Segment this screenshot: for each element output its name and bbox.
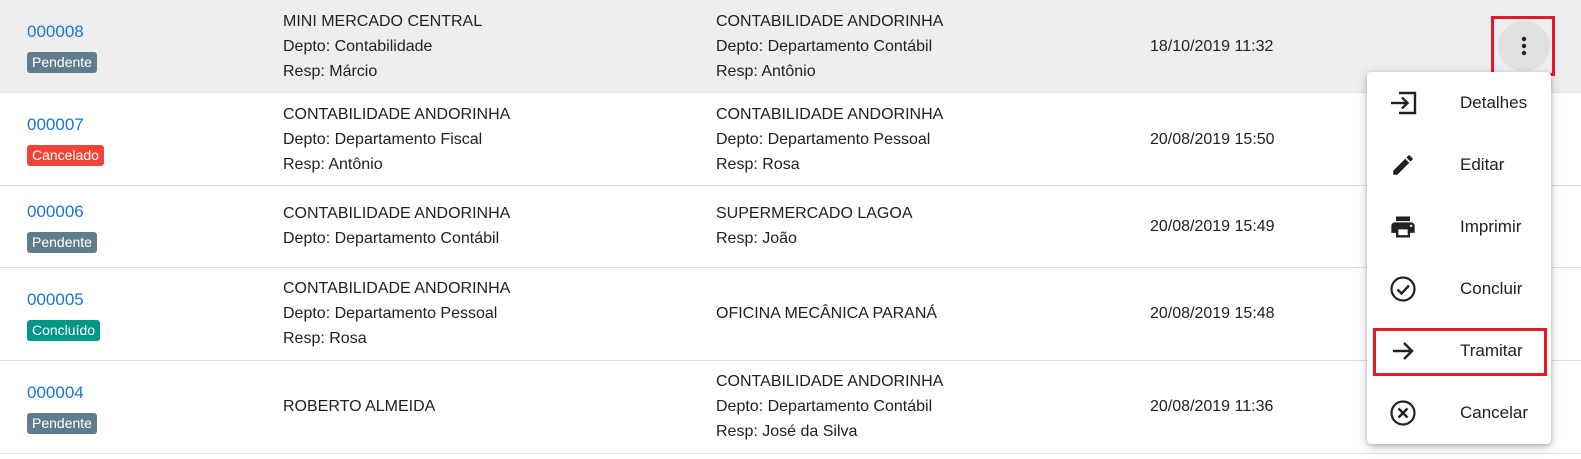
table-row[interactable]: 000004 Pendente ROBERTO ALMEIDA CONTABIL… — [0, 361, 1581, 454]
highlight-box — [1373, 328, 1547, 376]
menu-item-concluir[interactable]: Concluir — [1367, 258, 1551, 320]
id-cell: 000005 Concluído — [27, 290, 101, 341]
destination-department: Depto: Departamento Contábil — [716, 398, 933, 415]
pencil-icon — [1388, 150, 1418, 180]
date-cell: 20/08/2019 15:48 — [1150, 305, 1275, 322]
date-cell: 20/08/2019 15:49 — [1150, 218, 1275, 235]
destination-cell: SUPERMERCADO LAGOA Resp: João — [716, 201, 912, 251]
menu-item-cancelar[interactable]: Cancelar — [1367, 382, 1551, 444]
status-badge: Cancelado — [27, 145, 104, 166]
table-row[interactable]: 000007 Cancelado CONTABILIDADE ANDORINHA… — [0, 93, 1581, 186]
destination-company: CONTABILIDADE ANDORINHA — [716, 106, 944, 123]
table-row[interactable]: 000006 Pendente CONTABILIDADE ANDORINHA … — [0, 186, 1581, 268]
origin-company: CONTABILIDADE ANDORINHA — [283, 205, 511, 222]
menu-item-imprimir[interactable]: Imprimir — [1367, 196, 1551, 258]
document-id-link[interactable]: 000008 — [27, 22, 97, 42]
date-cell: 20/08/2019 15:50 — [1150, 131, 1275, 148]
details-enter-icon — [1388, 88, 1418, 118]
destination-company: CONTABILIDADE ANDORINHA — [716, 373, 944, 390]
printer-icon — [1388, 212, 1418, 242]
document-id-link[interactable]: 000007 — [27, 115, 104, 135]
menu-item-label: Cancelar — [1460, 403, 1529, 422]
origin-department: Depto: Departamento Fiscal — [283, 131, 483, 148]
origin-cell: MINI MERCADO CENTRAL Depto: Contabilidad… — [283, 9, 482, 84]
id-cell: 000007 Cancelado — [27, 115, 104, 166]
origin-department: Depto: Departamento Contábil — [283, 230, 500, 247]
cancel-circle-icon — [1388, 398, 1418, 428]
origin-cell: CONTABILIDADE ANDORINHA Depto: Departame… — [283, 201, 510, 251]
origin-cell: CONTABILIDADE ANDORINHA Depto: Departame… — [283, 276, 510, 351]
id-cell: 000006 Pendente — [27, 202, 97, 253]
check-circle-icon — [1388, 274, 1418, 304]
destination-responsible: Resp: João — [716, 230, 797, 247]
destination-cell: CONTABILIDADE ANDORINHA Depto: Departame… — [716, 369, 943, 444]
destination-department: Depto: Departamento Contábil — [716, 38, 933, 55]
menu-item-detalhes[interactable]: Detalhes — [1367, 72, 1551, 134]
status-badge: Pendente — [27, 232, 97, 253]
document-id-link[interactable]: 000004 — [27, 383, 97, 403]
status-badge: Pendente — [27, 52, 97, 73]
origin-department: Depto: Contabilidade — [283, 38, 433, 55]
menu-item-label: Concluir — [1460, 279, 1523, 298]
origin-cell: ROBERTO ALMEIDA — [283, 394, 435, 419]
status-badge: Concluído — [27, 320, 101, 341]
destination-responsible: Resp: Rosa — [716, 156, 800, 173]
destination-cell: CONTABILIDADE ANDORINHA Depto: Departame… — [716, 9, 943, 84]
origin-cell: CONTABILIDADE ANDORINHA Depto: Departame… — [283, 102, 510, 177]
actions-menu: Detalhes Editar Imprimir Concluir Tramit… — [1367, 72, 1551, 444]
origin-department: Depto: Departamento Pessoal — [283, 305, 498, 322]
highlight-box — [1491, 16, 1555, 76]
menu-item-editar[interactable]: Editar — [1367, 134, 1551, 196]
id-cell: 000004 Pendente — [27, 383, 97, 434]
document-id-link[interactable]: 000005 — [27, 290, 100, 310]
destination-department: Depto: Departamento Pessoal — [716, 131, 931, 148]
origin-company: CONTABILIDADE ANDORINHA — [283, 280, 511, 297]
destination-responsible: Resp: José da Silva — [716, 423, 858, 440]
menu-item-label: Detalhes — [1460, 93, 1528, 112]
destination-cell: CONTABILIDADE ANDORINHA Depto: Departame… — [716, 102, 943, 177]
origin-responsible: Resp: Rosa — [283, 330, 367, 347]
date-cell: 20/08/2019 11:36 — [1150, 398, 1274, 415]
status-badge: Pendente — [27, 413, 97, 434]
table-row[interactable]: 000008 Pendente MINI MERCADO CENTRAL Dep… — [0, 0, 1581, 93]
origin-responsible: Resp: Márcio — [283, 63, 378, 80]
origin-responsible: Resp: Antônio — [283, 156, 383, 173]
origin-company: MINI MERCADO CENTRAL — [283, 13, 483, 30]
origin-company: ROBERTO ALMEIDA — [283, 398, 436, 415]
destination-company: OFICINA MECÂNICA PARANÁ — [716, 305, 938, 322]
destination-company: SUPERMERCADO LAGOA — [716, 205, 913, 222]
id-cell: 000008 Pendente — [27, 22, 97, 73]
menu-item-label: Editar — [1460, 155, 1505, 174]
document-id-link[interactable]: 000006 — [27, 202, 97, 222]
menu-item-label: Imprimir — [1460, 217, 1522, 236]
date-cell: 18/10/2019 11:32 — [1150, 38, 1274, 55]
table-row[interactable]: 000005 Concluído CONTABILIDADE ANDORINHA… — [0, 268, 1581, 361]
destination-cell: OFICINA MECÂNICA PARANÁ — [716, 301, 937, 326]
origin-company: CONTABILIDADE ANDORINHA — [283, 106, 511, 123]
destination-responsible: Resp: Antônio — [716, 63, 816, 80]
destination-company: CONTABILIDADE ANDORINHA — [716, 13, 944, 30]
